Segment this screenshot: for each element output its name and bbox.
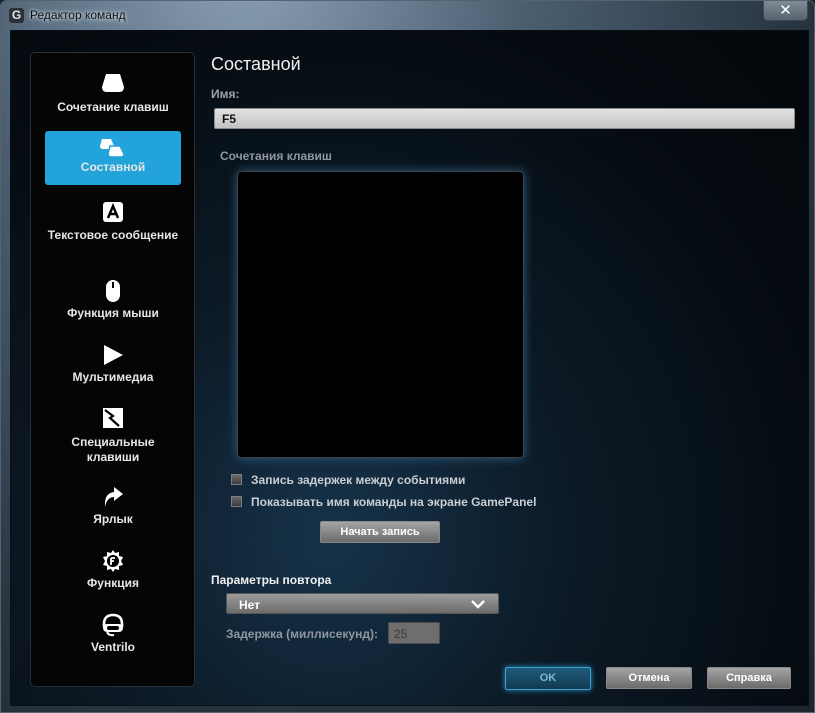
key-sequence-list[interactable] bbox=[237, 171, 524, 458]
sidebar-item-function[interactable]: Функция bbox=[45, 549, 181, 595]
sidebar-item-label: Ventrilo bbox=[90, 640, 135, 654]
shortcut-arrow-icon bbox=[104, 487, 123, 507]
show-name-checkbox[interactable] bbox=[231, 496, 242, 507]
key-sequence-label: Сочетания клавиш bbox=[220, 149, 332, 163]
sidebar-item-label: Функция мыши bbox=[67, 306, 159, 320]
special-key-icon bbox=[103, 408, 123, 428]
window-title: Редактор команд bbox=[30, 8, 126, 22]
repeat-options-title: Параметры повтора bbox=[211, 573, 332, 587]
name-input[interactable]: F5 bbox=[214, 108, 795, 129]
sidebar-item-label: Ярлык bbox=[93, 512, 133, 526]
sidebar-item-label: Текстовое сообщение bbox=[47, 228, 179, 242]
sidebar-item-label: Мультимедиа bbox=[72, 370, 154, 384]
sidebar-item-multikey[interactable]: Составной bbox=[45, 131, 181, 185]
text-a-icon bbox=[103, 202, 123, 222]
sidebar-item-label: Специальные клавиши bbox=[71, 435, 155, 464]
function-gear-icon bbox=[103, 550, 123, 572]
ok-button[interactable]: OK bbox=[505, 667, 591, 690]
sidebar-item-key-combination[interactable]: Сочетание клавиш bbox=[45, 71, 181, 119]
sidebar-item-text-message[interactable]: Текстовое сообщение bbox=[45, 201, 181, 261]
name-label: Имя: bbox=[211, 87, 240, 101]
keyboard-key-icon bbox=[102, 74, 124, 92]
page-title: Составной bbox=[211, 54, 301, 74]
repeat-mode-value: Нет bbox=[239, 598, 261, 612]
sidebar-item-label: Функция bbox=[87, 576, 139, 590]
mouse-icon bbox=[106, 280, 120, 302]
headset-icon bbox=[102, 613, 124, 637]
chevron-down-icon bbox=[471, 600, 485, 609]
title-bar[interactable]: G Редактор команд ✕ bbox=[1, 1, 814, 29]
repeat-delay-label: Задержка (миллисекунд): bbox=[226, 627, 378, 641]
command-type-sidebar: Сочетание клавиш Составной Текстовое соо… bbox=[30, 52, 195, 687]
command-editor-window: G Редактор команд ✕ Сочетание клавиш Сос… bbox=[0, 0, 815, 713]
play-icon bbox=[104, 345, 123, 365]
sidebar-item-label: Сочетание клавиш bbox=[57, 100, 169, 114]
close-button[interactable]: ✕ bbox=[763, 1, 808, 21]
record-delays-label: Запись задержек между событиями bbox=[251, 473, 466, 487]
logitech-logo-icon: G bbox=[9, 8, 24, 23]
sidebar-item-special-keys[interactable]: Специальные клавиши bbox=[45, 406, 181, 466]
record-delays-checkbox[interactable] bbox=[231, 474, 242, 485]
start-record-button[interactable]: Начать запись bbox=[320, 521, 440, 543]
client-area: Сочетание клавиш Составной Текстовое соо… bbox=[10, 30, 809, 706]
sidebar-item-multimedia[interactable]: Мультимедиа bbox=[45, 343, 181, 389]
sidebar-item-mouse-function[interactable]: Функция мыши bbox=[45, 279, 181, 325]
repeat-mode-select[interactable]: Нет bbox=[226, 593, 499, 614]
multi-key-icon bbox=[100, 139, 125, 158]
sidebar-item-label: Составной bbox=[80, 160, 146, 174]
sidebar-item-ventrilo[interactable]: Ventrilo bbox=[45, 613, 181, 659]
show-name-label: Показывать имя команды на экране GamePan… bbox=[251, 495, 537, 509]
sidebar-item-shortcut[interactable]: Ярлык bbox=[45, 485, 181, 531]
help-button[interactable]: Справка bbox=[707, 667, 791, 689]
repeat-delay-input[interactable]: 25 bbox=[388, 622, 440, 644]
cancel-button[interactable]: Отмена bbox=[606, 667, 692, 689]
